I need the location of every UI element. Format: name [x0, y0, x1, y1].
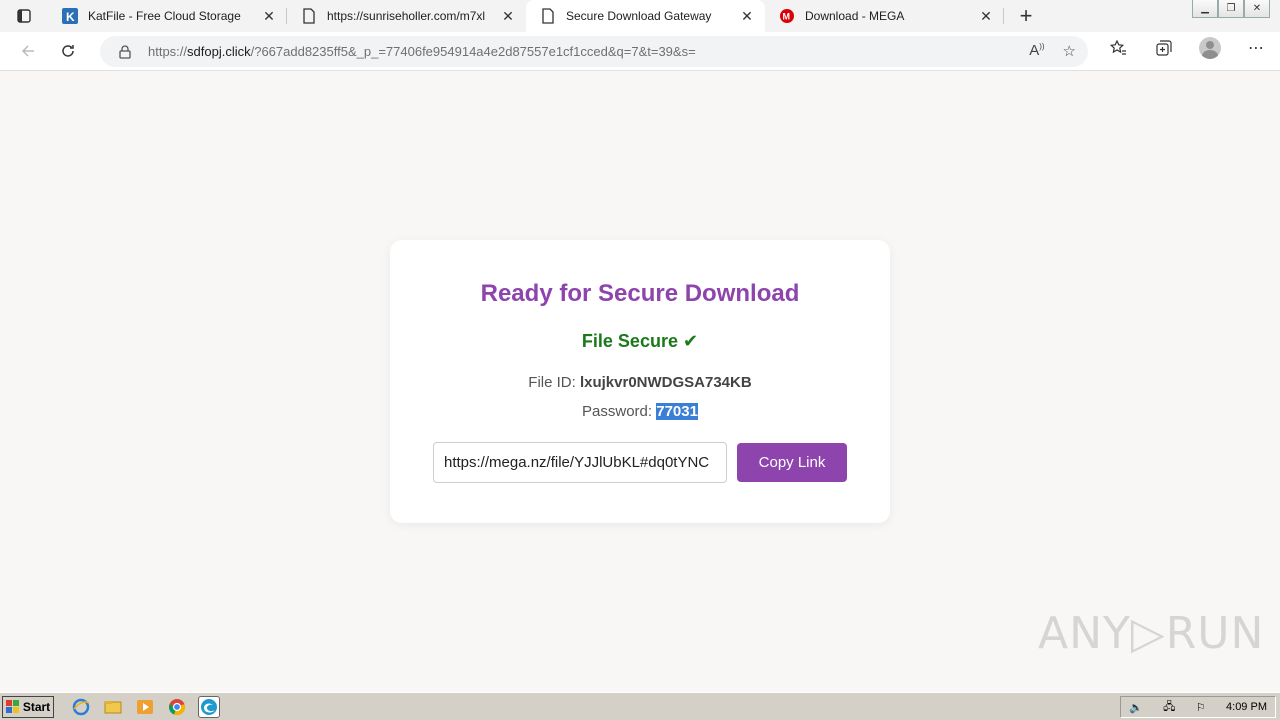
close-window-button[interactable]: ✕ [1244, 0, 1270, 18]
read-aloud-icon[interactable]: A)) [1029, 42, 1044, 60]
start-button[interactable]: Start [2, 695, 54, 718]
toolbar-right: ⋯ [1106, 36, 1268, 60]
profile-button[interactable] [1198, 36, 1222, 60]
close-icon[interactable]: ✕ [739, 8, 755, 24]
media-player-icon[interactable] [134, 696, 156, 718]
tab-title: Secure Download Gateway [566, 9, 712, 23]
clock[interactable]: 4:09 PM [1226, 701, 1267, 713]
windows-logo-icon [5, 699, 19, 713]
plus-icon: + [1019, 3, 1033, 28]
favorites-icon[interactable] [1106, 36, 1130, 60]
close-icon[interactable]: ✕ [500, 8, 516, 24]
window-controls: ▁ ❐ ✕ [1192, 0, 1270, 18]
start-label: Start [22, 699, 51, 714]
file-explorer-icon[interactable] [102, 696, 124, 718]
tab-separator [1003, 8, 1004, 24]
tab-strip: K KatFile - Free Cloud Storage ✕ https:/… [0, 0, 1280, 32]
svg-text:K: K [66, 10, 75, 24]
flag-icon[interactable]: ⚐ [1196, 701, 1206, 714]
avatar [1199, 37, 1221, 59]
omnibox-actions: A)) ☆ [1029, 42, 1076, 60]
close-icon[interactable]: ✕ [978, 8, 994, 24]
download-card: Ready for Secure Download File Secure ✔ … [390, 240, 890, 523]
minimize-button[interactable]: ▁ [1192, 0, 1218, 18]
download-link-field[interactable] [433, 442, 727, 483]
copy-link-button[interactable]: Copy Link [737, 443, 847, 482]
url-prefix: https:// [148, 44, 188, 59]
minimize-icon: ▁ [1201, 3, 1209, 14]
edge-icon[interactable] [198, 695, 220, 718]
tab-actions-button[interactable] [0, 0, 48, 32]
back-button[interactable] [8, 35, 48, 67]
tab-actions-icon [17, 9, 31, 23]
page-title: Ready for Secure Download [480, 280, 800, 307]
taskbar: Start 🔈 🖧 ⚐ 4:09 PM [0, 692, 1280, 720]
restore-button[interactable]: ❐ [1218, 0, 1244, 18]
tab-mega[interactable]: M Download - MEGA ✕ [765, 0, 1004, 32]
tab-title: KatFile - Free Cloud Storage [88, 9, 241, 23]
lock-icon[interactable] [118, 44, 132, 59]
close-icon: ✕ [1252, 3, 1262, 14]
password-row: Password: 77031 [390, 403, 890, 420]
address-bar[interactable]: https://sdfopj.click/?667add8235ff5&_p_=… [100, 36, 1088, 67]
add-favorite-icon[interactable]: ☆ [1063, 42, 1076, 60]
page-icon [301, 8, 317, 24]
new-tab-button[interactable]: + [1004, 0, 1048, 32]
refresh-icon [62, 45, 74, 57]
tab-title: Download - MEGA [805, 9, 905, 23]
svg-text:M: M [783, 12, 791, 22]
more-menu-icon[interactable]: ⋯ [1244, 36, 1268, 60]
url-path: /?667add8235ff5&_p_=77406fe954914a4e2d87… [250, 44, 696, 59]
password-label: Password: [582, 403, 653, 420]
network-icon[interactable]: 🖧 [1163, 698, 1175, 717]
tab-sunriseholler[interactable]: https://sunriseholler.com/m7xl ✕ [287, 0, 526, 32]
file-id-value: lxujkvr0NWDGSA734KB [579, 374, 752, 391]
back-arrow-icon [21, 45, 34, 57]
url-host: sdfopj.click [187, 44, 251, 59]
tab-title: https://sunriseholler.com/m7xl [327, 9, 486, 23]
file-id-label: File ID: [528, 374, 576, 391]
volume-icon[interactable]: 🔈 [1129, 701, 1143, 714]
browser-toolbar: https://sdfopj.click/?667add8235ff5&_p_=… [0, 32, 1280, 71]
page-icon [540, 8, 556, 24]
quick-launch [70, 695, 220, 718]
system-tray: 🔈 🖧 ⚐ 4:09 PM [1120, 696, 1276, 718]
file-id-row: File ID: lxujkvr0NWDGSA734KB [390, 374, 890, 391]
chrome-icon[interactable] [166, 696, 188, 718]
refresh-button[interactable] [48, 35, 88, 67]
collections-icon[interactable] [1152, 36, 1176, 60]
tab-secure-download-gateway[interactable]: Secure Download Gateway ✕ [526, 0, 765, 32]
mega-icon: M [779, 8, 795, 24]
watermark-logo: ANY▷RUN [1038, 608, 1265, 659]
katfile-icon: K [62, 8, 78, 24]
password-value[interactable]: 77031 [656, 403, 698, 420]
tab-katfile[interactable]: K KatFile - Free Cloud Storage ✕ [48, 0, 287, 32]
close-icon[interactable]: ✕ [261, 8, 277, 24]
restore-icon: ❐ [1226, 3, 1236, 14]
internet-explorer-icon[interactable] [70, 696, 92, 718]
status-badge: File Secure ✔ [581, 331, 699, 351]
